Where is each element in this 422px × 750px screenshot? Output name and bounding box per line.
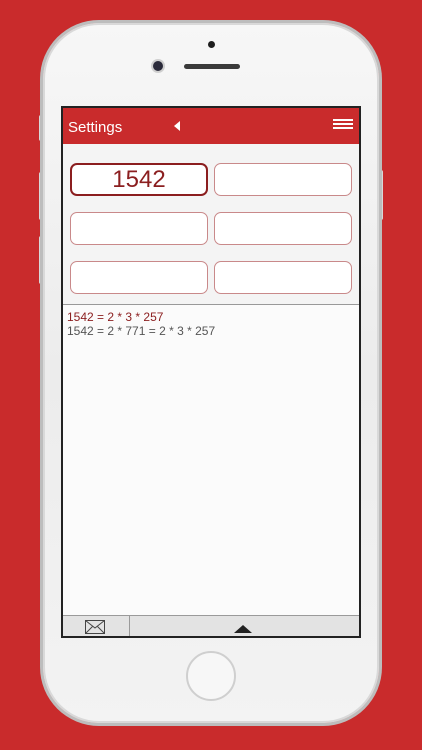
front-sensor — [208, 41, 215, 48]
number-input-5[interactable] — [70, 261, 208, 294]
bottom-toolbar — [63, 615, 359, 636]
number-input-4[interactable] — [214, 212, 352, 245]
navigation-bar: Settings — [63, 108, 359, 144]
number-input-1[interactable]: 1542 — [70, 163, 208, 196]
number-input-2[interactable] — [214, 163, 352, 196]
back-arrow-icon[interactable] — [174, 121, 180, 131]
app-screenshot: Settings 1542 1542 = 2 * 3 * 257 1542 = … — [0, 0, 422, 750]
result-primary: 1542 = 2 * 3 * 257 — [67, 310, 164, 324]
power-button — [379, 170, 383, 220]
front-camera-icon — [153, 61, 163, 71]
settings-button[interactable]: Settings — [68, 119, 122, 136]
earpiece-speaker — [184, 64, 240, 69]
number-input-grid: 1542 — [63, 144, 359, 305]
home-button[interactable] — [186, 651, 236, 701]
app-screen: Settings 1542 1542 = 2 * 3 * 257 1542 = … — [61, 106, 361, 638]
result-output: 1542 = 2 * 3 * 257 1542 = 2 * 771 = 2 * … — [63, 305, 359, 615]
toolbar-divider — [129, 616, 130, 636]
number-input-3[interactable] — [70, 212, 208, 245]
result-secondary: 1542 = 2 * 771 = 2 * 3 * 257 — [67, 324, 216, 338]
mail-icon[interactable] — [85, 620, 105, 634]
triangle-up-icon[interactable] — [234, 625, 252, 633]
number-input-6[interactable] — [214, 261, 352, 294]
menu-icon[interactable] — [333, 119, 353, 129]
